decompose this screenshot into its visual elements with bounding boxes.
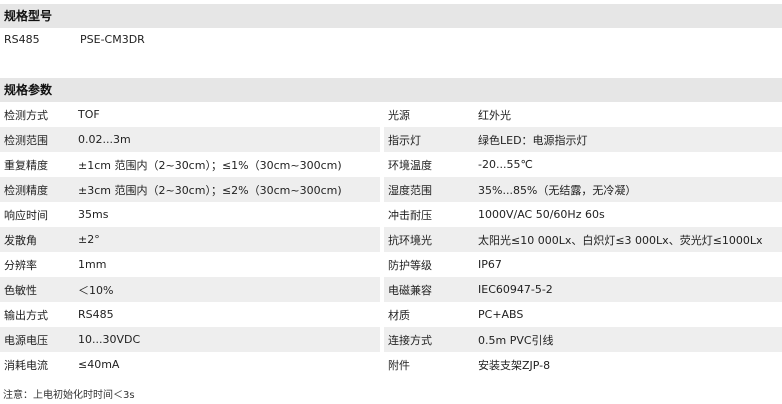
param-label: 输出方式 [4,308,48,322]
param-value: RS485 [78,308,114,321]
param-label: 连接方式 [384,327,468,352]
param-label: 材质 [388,308,410,322]
model-section-title: 规格型号 [0,4,782,28]
param-label: 色敏性 [0,277,72,302]
param-value: 安装支架ZJP-8 [478,358,551,372]
param-value: IP67 [478,258,502,271]
param-value: 10...30VDC [72,327,380,352]
param-label: 检测精度 [0,177,72,202]
table-row: 发散角 ±2° 抗环境光 太阳光≤10 000Lx、白炽灯≤3 000Lx、荧光灯≤1… [0,227,782,252]
param-value: 0.5m PVC引线 [468,327,782,352]
param-label: 指示灯 [384,127,468,152]
param-value: ±1cm 范围内（2~30cm）；≤1%（30cm~300cm) [78,158,342,172]
param-value: PC+ABS [478,308,524,321]
param-label: 电磁兼容 [384,277,468,302]
param-label: 环境温度 [388,158,432,172]
param-value: 1000V/AC 50/60Hz 60s [478,208,605,221]
param-value: TOF [78,108,100,121]
table-row: 检测精度 ±3cm 范围内（2~30cm）；≤2%（30cm~300cm) 湿度范围… [0,177,782,202]
param-label: 重复精度 [4,158,48,172]
param-value: ±3cm 范围内（2~30cm）；≤2%（30cm~300cm) [72,177,380,202]
param-value: 35%...85%（无结露，无冷凝） [468,177,782,202]
param-label: 检测范围 [0,127,72,152]
param-value: 太阳光≤10 000Lx、白炽灯≤3 000Lx、荧光灯≤1000Lx [468,227,782,252]
model-value: PSE-CM3DR [80,33,145,46]
param-value: 0.02...3m [72,127,380,152]
param-label: 消耗电流 [4,358,48,372]
param-value: 1mm [78,258,107,271]
param-label: 电源电压 [0,327,72,352]
table-row: 重复精度 ±1cm 范围内（2~30cm）；≤1%（30cm~300cm) 环境温度… [0,152,782,177]
param-value: ±2° [72,227,380,252]
param-label: 分辨率 [4,258,37,272]
param-value: ＜10% [72,277,380,302]
table-row: 消耗电流 ≤40mA 附件 安装支架ZJP-8 [0,352,782,377]
param-value: 35ms [78,208,109,221]
param-label: 响应时间 [4,208,48,222]
table-row: 响应时间 35ms 冲击耐压 1000V/AC 50/60Hz 60s [0,202,782,227]
param-label: 检测方式 [4,108,48,122]
param-label: 抗环境光 [384,227,468,252]
table-row: 色敏性 ＜10% 电磁兼容 IEC60947-5-2 [0,277,782,302]
spec-table: 检测方式 TOF 光源 红外光 检测范围 0.02...3m 指示灯 绿色LED：电源指示灯重… [0,102,782,377]
table-row: 分辨率 1mm 防护等级 IP67 [0,252,782,277]
param-value: 绿色LED：电源指示灯 [468,127,782,152]
param-label: 冲击耐压 [388,208,432,222]
param-value: ≤40mA [78,358,120,371]
param-label: 附件 [388,358,410,372]
param-label: 光源 [388,108,410,122]
param-value: 红外光 [478,108,511,122]
params-section-title: 规格参数 [0,78,782,102]
table-row: 检测范围 0.02...3m 指示灯 绿色LED：电源指示灯 [0,127,782,152]
param-label: 湿度范围 [384,177,468,202]
table-row: 检测方式 TOF 光源 红外光 [0,102,782,127]
param-value: IEC60947-5-2 [468,277,782,302]
param-label: 发散角 [0,227,72,252]
table-row: 输出方式 RS485 材质 PC+ABS [0,302,782,327]
model-key: RS485 [4,33,40,46]
param-label: 防护等级 [388,258,432,272]
table-row: 电源电压 10...30VDC 连接方式 0.5m PVC引线 [0,327,782,352]
footnote: 注意：上电初始化时时间＜3s [3,390,135,401]
model-row: RS485 PSE-CM3DR [0,28,782,52]
param-value: -20...55℃ [478,158,533,171]
